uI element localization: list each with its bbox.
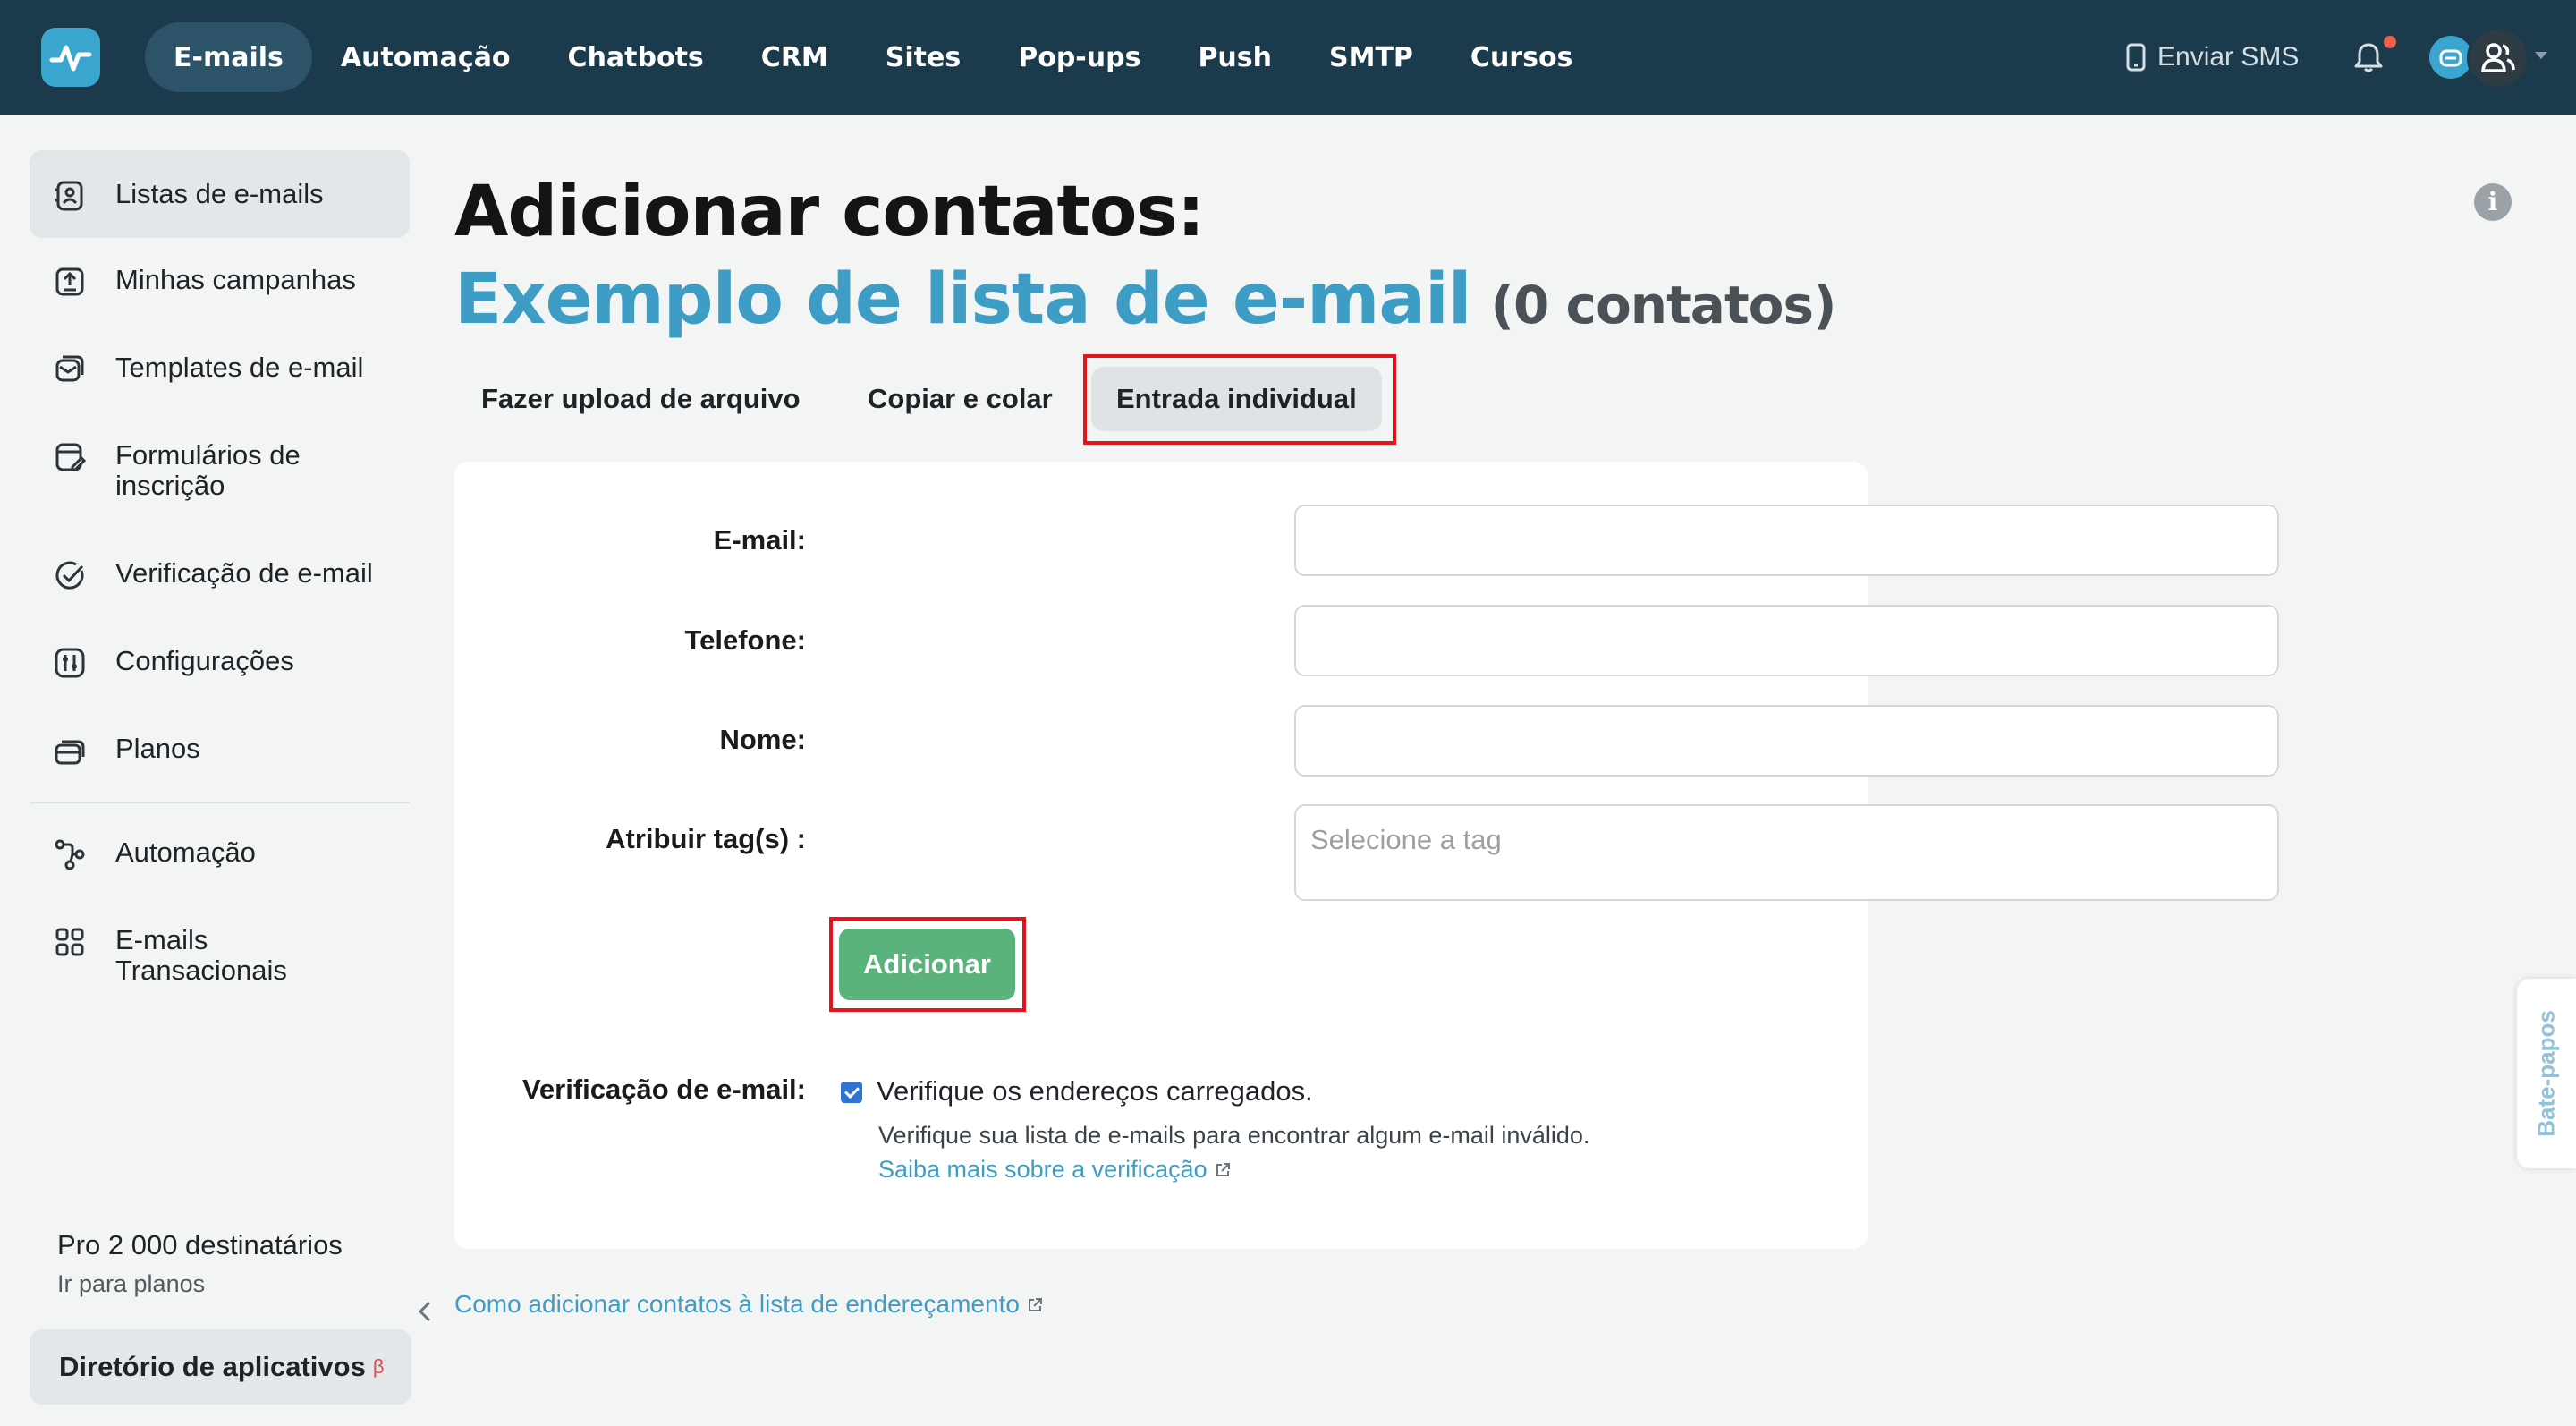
- sidebar-item-settings[interactable]: Configurações: [30, 646, 410, 680]
- user-account-avatar-icon[interactable]: [2467, 27, 2529, 89]
- page-title: Adicionar contatos:: [454, 172, 1205, 252]
- nav-automacao[interactable]: Automação: [312, 22, 539, 92]
- chats-tab-label: Bate-papos: [2532, 1010, 2560, 1137]
- sidebar-item-plans[interactable]: Planos: [30, 734, 410, 768]
- verify-addresses-checkbox[interactable]: [841, 1082, 862, 1103]
- help-link-label: Como adicionar contatos à lista de ender…: [454, 1290, 1020, 1318]
- sidebar-item-email-verification[interactable]: Verificação de e-mail: [30, 558, 410, 592]
- nav-chatbots[interactable]: Chatbots: [539, 22, 733, 92]
- tags-label: Atribuir tag(s) :: [606, 823, 806, 854]
- sidebar-item-transactional-emails[interactable]: E-mails Transacionais: [30, 925, 369, 986]
- notifications-bell-icon[interactable]: [2351, 39, 2386, 75]
- tab-copy-paste[interactable]: Copiar e colar: [868, 367, 1053, 431]
- sidebar-item-label: Configurações: [115, 645, 294, 676]
- list-contact-count: (0 contatos): [1490, 275, 1837, 335]
- campaign-upload-icon: [55, 267, 84, 296]
- app-directory-button[interactable]: Diretório de aplicativos β: [30, 1329, 411, 1405]
- settings-sliders-icon: [55, 648, 85, 678]
- nav-push[interactable]: Push: [1169, 22, 1301, 92]
- list-name-link[interactable]: Exemplo de lista de e-mail: [454, 259, 1471, 340]
- sidebar-item-email-lists[interactable]: Listas de e-mails: [30, 150, 410, 238]
- plans-cards-icon: [55, 740, 85, 765]
- name-label: Nome:: [719, 724, 806, 755]
- template-icon: [55, 355, 84, 382]
- list-heading: Exemplo de lista de e-mail (0 contatos): [454, 259, 1837, 340]
- sidebar-divider: [30, 802, 410, 803]
- sidebar-item-label: Automação: [115, 836, 256, 868]
- contacts-icon: [55, 181, 83, 211]
- main-nav: E-mails Automação Chatbots CRM Sites Pop…: [145, 22, 1601, 92]
- notification-dot: [2384, 36, 2396, 48]
- verification-description: Verifique sua lista de e-mails para enco…: [878, 1122, 1590, 1149]
- sidebar-item-label: Templates de e-mail: [115, 352, 364, 383]
- nav-popups[interactable]: Pop-ups: [989, 22, 1169, 92]
- sidebar-item-label: Formulários de inscrição: [115, 439, 301, 501]
- collapse-sidebar-chevron-icon[interactable]: [417, 1299, 433, 1324]
- tags-select-input[interactable]: [1294, 804, 2279, 901]
- email-label: E-mail:: [713, 524, 806, 556]
- learn-more-label: Saiba mais sobre a verificação: [878, 1156, 1208, 1183]
- sidebar-item-label: Minhas campanhas: [115, 264, 356, 295]
- grid-icon: [55, 928, 84, 956]
- account-dropdown-chevron-icon[interactable]: [2535, 52, 2547, 59]
- beta-badge: β: [372, 1355, 385, 1378]
- send-sms-label: Enviar SMS: [2157, 42, 2300, 72]
- email-field[interactable]: [1294, 505, 2279, 576]
- verification-label: Verificação de e-mail:: [521, 1074, 806, 1105]
- tab-upload-file[interactable]: Fazer upload de arquivo: [481, 367, 801, 431]
- go-to-plans-link[interactable]: Ir para planos: [57, 1270, 205, 1298]
- send-sms-button[interactable]: Enviar SMS: [2125, 36, 2299, 79]
- sidebar-item-label: Verificação de e-mail: [115, 557, 373, 589]
- nav-cursos[interactable]: Cursos: [1442, 22, 1602, 92]
- external-link-icon: [1028, 1298, 1042, 1311]
- sidebar-item-automation[interactable]: Automação: [30, 837, 410, 871]
- name-field[interactable]: [1294, 705, 2279, 777]
- how-to-add-contacts-link[interactable]: Como adicionar contatos à lista de ender…: [454, 1290, 1043, 1319]
- phone-label: Telefone:: [684, 624, 807, 656]
- nav-crm[interactable]: CRM: [733, 22, 857, 92]
- learn-more-verification-link[interactable]: Saiba mais sobre a verificação: [878, 1156, 1231, 1184]
- plan-title: Pro 2 000 destinatários: [57, 1229, 343, 1260]
- app-logo-icon[interactable]: [41, 28, 100, 87]
- chatbot-avatar-icon[interactable]: [2429, 36, 2472, 79]
- sidebar-item-label: E-mails Transacionais: [115, 924, 287, 986]
- sidebar-item-email-templates[interactable]: Templates de e-mail: [30, 352, 410, 386]
- automation-flow-icon: [55, 839, 85, 870]
- nav-emails[interactable]: E-mails: [145, 22, 312, 92]
- sidebar-item-signup-forms[interactable]: Formulários de inscrição: [30, 440, 369, 501]
- verify-addresses-label[interactable]: Verifique os endereços carregados.: [877, 1075, 1313, 1108]
- nav-smtp[interactable]: SMTP: [1301, 22, 1442, 92]
- highlight-box-tab: [1083, 354, 1396, 445]
- verify-check-icon: [55, 561, 84, 590]
- sidebar-item-my-campaigns[interactable]: Minhas campanhas: [30, 265, 410, 299]
- phone-icon: [2126, 43, 2146, 72]
- sidebar-item-label: Listas de e-mails: [115, 178, 324, 209]
- sidebar-item-label: Planos: [115, 733, 200, 764]
- phone-field[interactable]: [1294, 605, 2279, 676]
- top-navigation-bar: E-mails Automação Chatbots CRM Sites Pop…: [0, 0, 2576, 115]
- info-icon[interactable]: i: [2474, 183, 2512, 221]
- app-directory-label: Diretório de aplicativos: [59, 1351, 366, 1382]
- form-icon: [55, 443, 87, 471]
- external-link-icon: [1216, 1163, 1230, 1176]
- chats-side-tab[interactable]: Bate-papos: [2517, 979, 2576, 1168]
- nav-sites[interactable]: Sites: [857, 22, 989, 92]
- add-contact-button[interactable]: Adicionar: [839, 929, 1015, 1000]
